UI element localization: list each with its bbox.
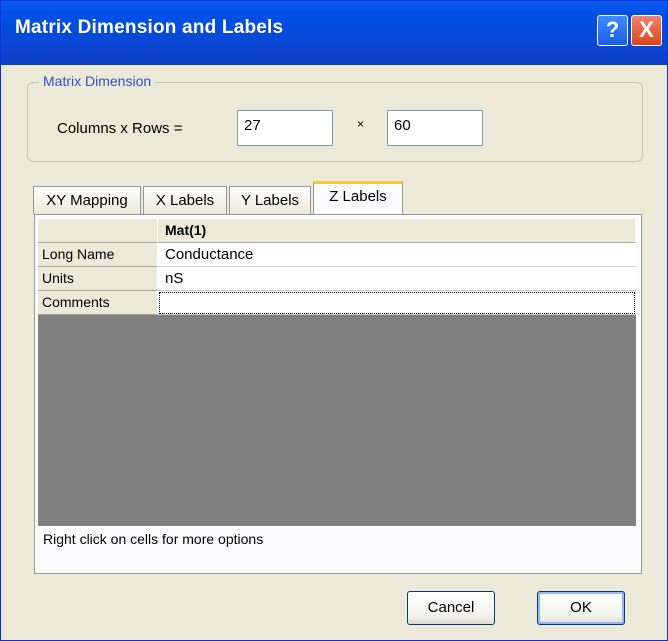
column-header-mat1[interactable]: Mat(1) (158, 219, 636, 243)
help-button[interactable]: ? (597, 15, 628, 46)
hint-text: Right click on cells for more options (43, 531, 264, 547)
table-row: Long Name Conductance (38, 243, 636, 267)
close-button[interactable]: X (631, 15, 662, 46)
matrix-dimension-legend: Matrix Dimension (39, 73, 156, 89)
title-bar[interactable]: Matrix Dimension and Labels ? X (1, 1, 667, 65)
table-row: Units nS (38, 267, 636, 291)
labels-grid: Mat(1) Long Name Conductance Units nS Co… (38, 219, 636, 526)
rows-input[interactable]: 60 (387, 110, 483, 146)
table-row: Comments (38, 291, 636, 315)
dialog-title: Matrix Dimension and Labels (15, 17, 284, 38)
dimension-separator: × (357, 117, 365, 131)
row-header-units[interactable]: Units (38, 267, 158, 291)
comments-cell[interactable] (158, 291, 636, 315)
dialog-window: Matrix Dimension and Labels ? X Matrix D… (0, 0, 668, 641)
grid-header-row: Mat(1) (38, 219, 636, 243)
tab-z-labels[interactable]: Z Labels (313, 181, 403, 215)
z-labels-panel: Mat(1) Long Name Conductance Units nS Co… (34, 214, 642, 574)
tab-x-labels[interactable]: X Labels (143, 186, 227, 214)
columns-input[interactable]: 27 (237, 110, 333, 146)
grid-corner-cell (38, 219, 158, 243)
long-name-cell[interactable]: Conductance (158, 243, 636, 267)
row-header-long-name[interactable]: Long Name (38, 243, 158, 267)
cancel-button[interactable]: Cancel (407, 591, 495, 625)
ok-button[interactable]: OK (537, 591, 625, 625)
units-cell[interactable]: nS (158, 267, 636, 291)
row-header-comments[interactable]: Comments (38, 291, 158, 315)
tab-xy-mapping[interactable]: XY Mapping (33, 186, 141, 214)
tab-y-labels[interactable]: Y Labels (229, 186, 311, 214)
columns-rows-label: Columns x Rows = (57, 120, 183, 137)
